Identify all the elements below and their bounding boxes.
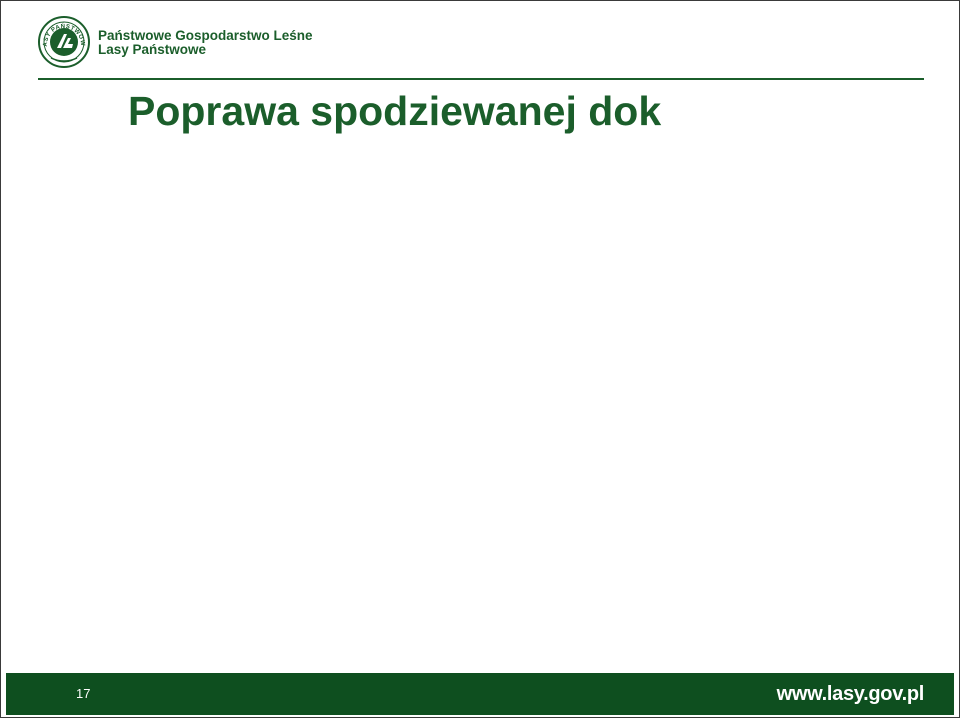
organization-name: Państwowe Gospodarstwo Leśne Lasy Państw… bbox=[98, 29, 313, 57]
page-number: 17 bbox=[76, 686, 91, 701]
slide-title: Poprawa spodziewanej dok bbox=[128, 88, 662, 134]
organization-name-line1: Państwowe Gospodarstwo Leśne bbox=[98, 28, 313, 43]
organization-name-line2: Lasy Państwowe bbox=[98, 42, 207, 57]
slide: LASY PAŃSTWOWE Państwowe Gospodarstwo Le… bbox=[0, 0, 960, 718]
header-divider bbox=[38, 78, 924, 80]
website-url: www.lasy.gov.pl bbox=[776, 683, 925, 705]
footer-bar: 17 www.lasy.gov.pl bbox=[6, 673, 954, 715]
lasy-panstwowe-logo-icon: LASY PAŃSTWOWE bbox=[35, 11, 91, 69]
